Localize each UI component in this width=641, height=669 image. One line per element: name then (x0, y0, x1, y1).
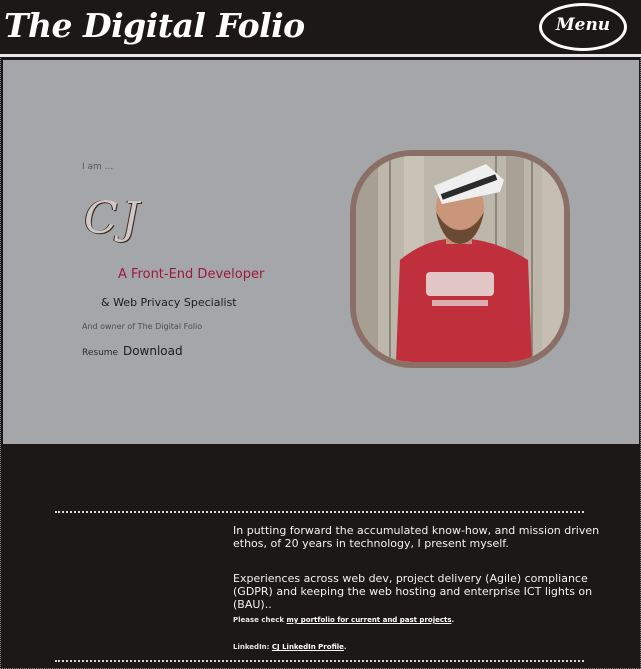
resume-download-link[interactable]: Download (123, 344, 183, 358)
site-logo[interactable]: The Digital Folio (4, 6, 305, 45)
about-paragraph-1: In putting forward the accumulated know-… (233, 524, 600, 550)
site-header: The Digital Folio Menu (0, 0, 641, 54)
resume-line: Resume Download (82, 344, 183, 358)
specialty-text: & Web Privacy Specialist (101, 296, 237, 309)
resume-label: Resume (82, 348, 119, 358)
linkedin-prefix: LinkedIn: (233, 643, 270, 651)
linkedin-link[interactable]: CJ LinkedIn Profile (272, 643, 344, 651)
portfolio-prefix: Please check (233, 616, 285, 624)
profile-photo-image (356, 156, 564, 362)
profile-photo (350, 150, 570, 368)
header-divider (0, 54, 641, 57)
portfolio-link[interactable]: my portfolio for current and past projec… (286, 616, 451, 624)
linkedin-suffix: . (343, 643, 347, 651)
linkedin-line: LinkedIn: CJ LinkedIn Profile. (233, 643, 347, 651)
section-divider-top (55, 511, 584, 513)
role-title: A Front-End Developer (118, 267, 265, 282)
intro-text: I am ... (82, 162, 114, 172)
portfolio-line: Please check my portfolio for current an… (233, 616, 454, 624)
section-divider-bottom (55, 660, 584, 662)
owner-text: And owner of The Digital Folio (82, 322, 203, 331)
about-paragraph-2: Experiences across web dev, project deli… (233, 572, 593, 611)
menu-button[interactable]: Menu (539, 3, 627, 51)
signature-logo: CJ (84, 193, 144, 244)
portfolio-suffix: . (451, 616, 455, 624)
